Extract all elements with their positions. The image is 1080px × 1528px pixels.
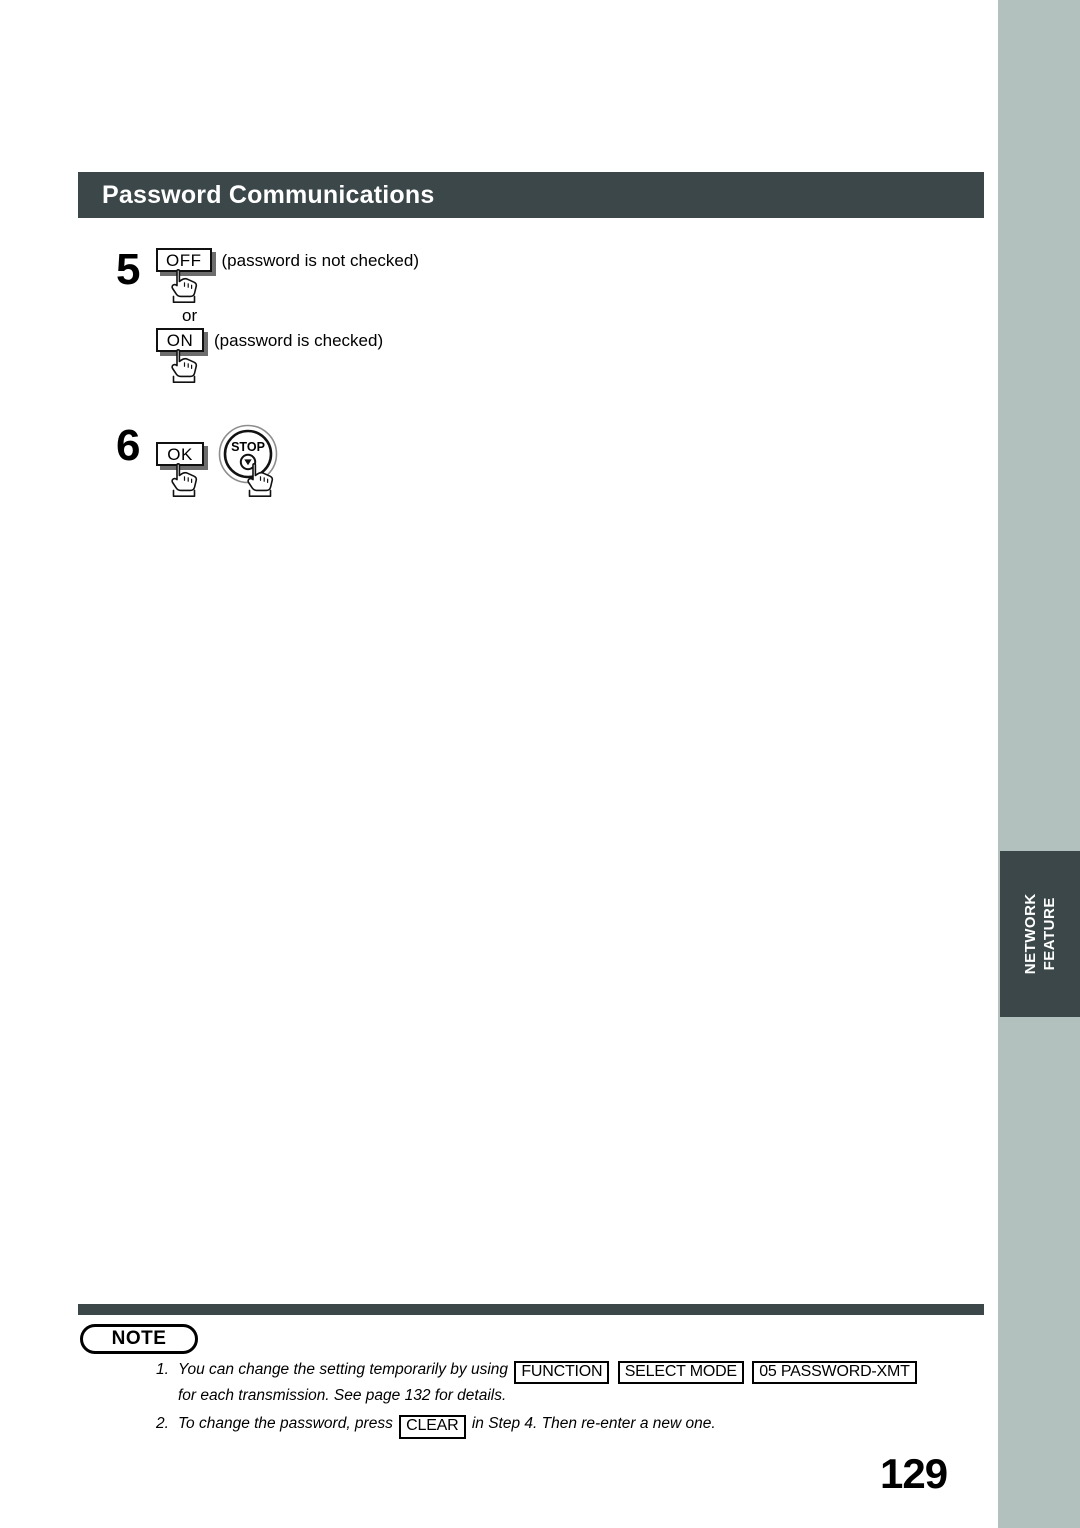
key-select-mode[interactable]: SELECT MODE xyxy=(617,1361,744,1385)
note-separator-rule xyxy=(78,1304,984,1315)
step-5-number: 5 xyxy=(116,245,141,294)
hand-pointer-icon xyxy=(240,462,280,498)
step-5-option-off: OFF (password is not checked) xyxy=(156,248,984,304)
steps-container: 5 OFF (password is not checked) or ON (p… xyxy=(78,248,984,498)
page-edge-band xyxy=(998,0,1080,1528)
off-key-group[interactable]: OFF xyxy=(156,248,212,304)
section-tab-network-feature: NETWORK FEATURE xyxy=(1000,851,1080,1017)
hand-pointer-icon xyxy=(164,348,204,384)
key-clear[interactable]: CLEAR xyxy=(399,1415,466,1439)
note-badge: NOTE xyxy=(80,1324,198,1354)
note-item-2: 2. To change the password, press CLEAR i… xyxy=(156,1412,996,1439)
step-5-body: OFF (password is not checked) or ON (pas… xyxy=(156,248,984,384)
step-6-keys: OK STOP xyxy=(156,424,984,498)
hand-pointer-icon xyxy=(164,268,204,304)
note-item-2-text-before: To change the password, press xyxy=(178,1415,393,1433)
stop-key-group[interactable]: STOP xyxy=(218,424,280,498)
page-title: Password Communications xyxy=(102,180,435,209)
page-number: 129 xyxy=(880,1450,948,1497)
note-list: 1. You can change the setting temporaril… xyxy=(156,1358,996,1443)
key-function[interactable]: FUNCTION xyxy=(514,1361,610,1385)
note-item-1-marker: 1. xyxy=(156,1361,169,1378)
step-6-body: OK STOP xyxy=(156,424,984,498)
note-item-1-line2: for each transmission. See page 132 for … xyxy=(178,1387,507,1405)
page-header: Password Communications xyxy=(78,172,984,218)
note-item-1: 1. You can change the setting temporaril… xyxy=(156,1358,996,1408)
step-5-option-on: ON (password is checked) xyxy=(156,328,984,384)
on-caption: (password is checked) xyxy=(214,331,384,350)
note-item-2-text-after: in Step 4. Then re-enter a new one. xyxy=(471,1415,716,1433)
note-item-2-marker: 2. xyxy=(156,1415,169,1433)
ok-key-group[interactable]: OK xyxy=(156,442,204,498)
page-sheet xyxy=(0,0,998,1528)
section-tab-label-line2: FEATURE xyxy=(1040,897,1057,971)
step-5-separator-or: or xyxy=(182,306,198,325)
section-tab-label: NETWORK FEATURE xyxy=(1021,894,1059,975)
step-5: 5 OFF (password is not checked) or ON (p… xyxy=(78,248,984,384)
section-tab-label-line1: NETWORK xyxy=(1021,893,1039,975)
hand-pointer-icon xyxy=(164,462,204,498)
key-05-password-xmt[interactable]: 05 PASSWORD-XMT xyxy=(752,1361,917,1385)
step-6: 6 OK STOP xyxy=(78,424,984,498)
on-key-group[interactable]: ON xyxy=(156,328,204,384)
off-caption: (password is not checked) xyxy=(221,251,419,270)
note-item-1-text-before: You can change the setting temporarily b… xyxy=(178,1361,509,1378)
note-item-2-line1: To change the password, press CLEAR in S… xyxy=(178,1412,996,1439)
note-item-1-line1: You can change the setting temporarily b… xyxy=(178,1358,996,1385)
step-6-number: 6 xyxy=(116,421,141,470)
stop-button-label: STOP xyxy=(231,440,265,454)
